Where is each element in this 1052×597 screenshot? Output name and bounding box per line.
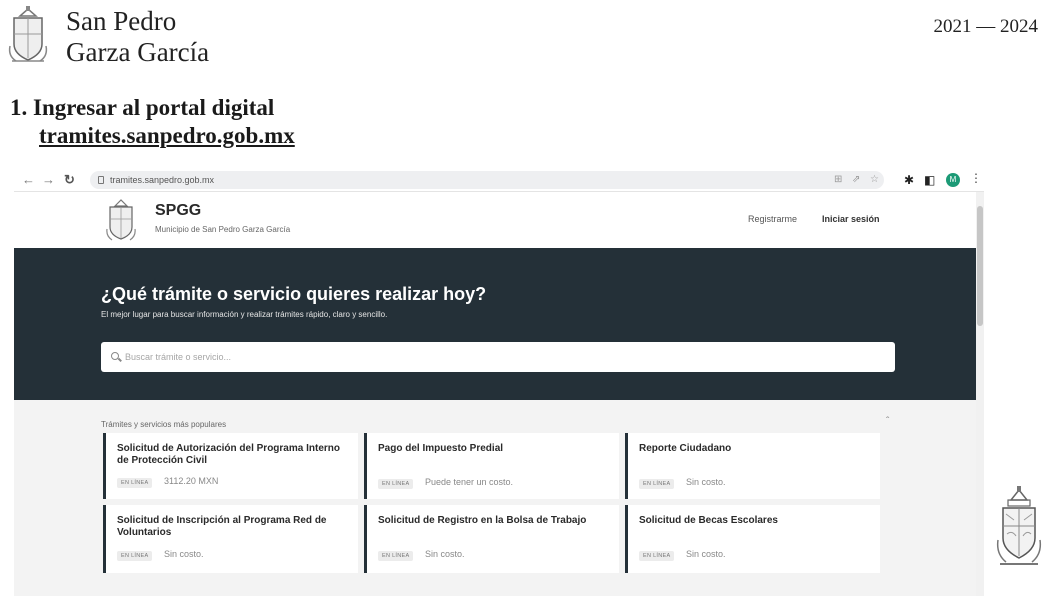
hero-title: ¿Qué trámite o servicio quieres realizar… [101,284,487,304]
page-viewport: SPGG Municipio de San Pedro Garza García… [14,192,984,596]
service-cost: Sin costo. [686,549,726,559]
translate-icon[interactable]: ⊞ [834,172,842,188]
coat-of-arms-icon [996,486,1042,565]
online-badge: EN LÍNEA [639,551,675,561]
site-subtitle: Municipio de San Pedro Garza García [155,225,291,234]
login-link[interactable]: Iniciar sesión [822,214,880,224]
extensions-icon[interactable]: ✱ [904,172,914,188]
address-bar[interactable]: tramites.sanpedro.gob.mx ⊞ ⇗ ☆ [90,171,884,189]
coat-of-arms-icon [8,6,48,62]
service-card[interactable]: Solicitud de Inscripción al Programa Red… [103,505,358,573]
reload-icon[interactable]: ↻ [64,171,75,189]
service-cost: 3112.20 MXN [164,476,219,486]
portal-url-link[interactable]: tramites.sanpedro.gob.mx [39,122,295,150]
service-card-title: Solicitud de Inscripción al Programa Red… [117,515,327,538]
hero-banner: ¿Qué trámite o servicio quieres realizar… [14,248,980,400]
hero-subtitle: El mejor lugar para buscar información y… [101,310,388,319]
service-card[interactable]: Reporte Ciudadano EN LÍNEA Sin costo. [625,433,880,499]
service-cost: Puede tener un costo. [425,477,514,487]
online-badge: EN LÍNEA [378,551,414,561]
service-card[interactable]: Solicitud de Becas Escolares EN LÍNEA Si… [625,505,880,573]
service-cost: Sin costo. [164,549,204,559]
search-input[interactable] [125,349,825,365]
sidebar-icon[interactable]: ◧ [924,172,935,188]
browser-toolbar: ← → ↻ tramites.sanpedro.gob.mx ⊞ ⇗ ☆ ✱ ◧… [14,168,984,192]
service-card-title: Pago del Impuesto Predial [378,443,504,454]
popular-services-heading: Trámites y servicios más populares [101,420,227,429]
service-card[interactable]: Solicitud de Registro en la Bolsa de Tra… [364,505,619,573]
administration-years: 2021 — 2024 [933,16,1039,37]
step-instruction: 1. Ingresar al portal digital tramites.s… [10,94,295,150]
forward-arrow-icon[interactable]: → [42,171,55,189]
back-arrow-icon[interactable]: ← [22,171,35,189]
address-text: tramites.sanpedro.gob.mx [110,175,215,185]
scrollbar-thumb[interactable] [977,206,983,326]
online-badge: EN LÍNEA [117,478,153,488]
search-icon [111,352,119,360]
browser-window: ← → ↻ tramites.sanpedro.gob.mx ⊞ ⇗ ☆ ✱ ◧… [14,168,984,596]
site-title: SPGG [155,202,202,219]
service-cost: Sin costo. [425,549,465,559]
online-badge: EN LÍNEA [639,479,675,489]
slide-header: San Pedro Garza García 2021 — 2024 [0,0,1052,80]
service-card-title: Solicitud de Registro en la Bolsa de Tra… [378,515,587,526]
lock-icon [98,176,104,184]
share-icon[interactable]: ⇗ [852,172,860,188]
service-card[interactable]: Solicitud de Autorización del Programa I… [103,433,358,499]
online-badge: EN LÍNEA [117,551,153,561]
bookmark-star-icon[interactable]: ☆ [870,172,879,188]
kebab-menu-icon[interactable]: ⋮ [970,171,982,185]
service-card-title: Solicitud de Becas Escolares [639,515,778,526]
popular-services-section: Trámites y servicios más populares ˆ Sol… [14,400,980,596]
site-header: SPGG Municipio de San Pedro Garza García… [14,192,976,248]
organization-name-line1: San Pedro [66,6,177,36]
search-box[interactable] [101,342,895,372]
online-badge: EN LÍNEA [378,479,414,489]
step-title: 1. Ingresar al portal digital [10,95,275,120]
service-cost: Sin costo. [686,477,726,487]
organization-name: San Pedro Garza García [66,6,209,68]
register-link[interactable]: Registrarme [748,214,797,224]
page-scrollbar[interactable] [976,192,984,596]
chevron-up-icon[interactable]: ˆ [886,416,889,427]
service-card-title: Solicitud de Autorización del Programa I… [117,443,340,466]
organization-name-line2: Garza García [66,37,210,67]
coat-of-arms-icon[interactable] [104,198,138,242]
service-card-title: Reporte Ciudadano [639,443,732,454]
service-card[interactable]: Pago del Impuesto Predial EN LÍNEA Puede… [364,433,619,499]
profile-avatar[interactable]: M [946,173,960,187]
